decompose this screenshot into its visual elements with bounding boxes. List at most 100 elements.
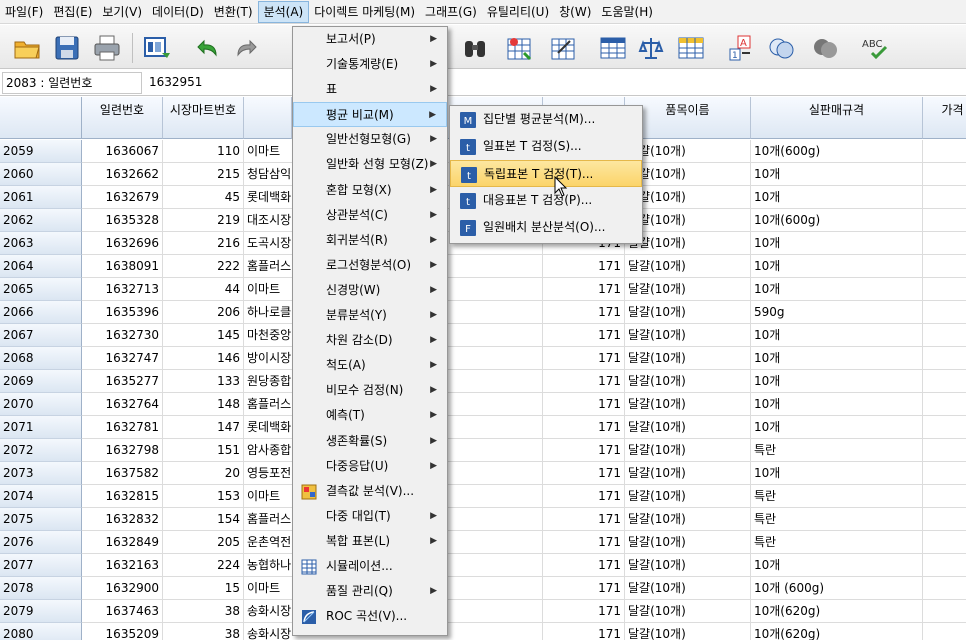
cell-spec[interactable]: 특란 [751,531,923,554]
cell-item-name[interactable]: 달걀(10개) [625,301,751,324]
cell-mart-number[interactable]: 147 [163,416,244,439]
cell-item-code[interactable]: 171 [543,485,625,508]
cell-price[interactable] [923,209,966,232]
row-header[interactable]: 2074 [0,485,82,508]
col-spec-header[interactable]: 실판매규격 [751,97,923,139]
cell-item-code[interactable]: 171 [543,508,625,531]
row-header[interactable]: 2072 [0,439,82,462]
cell-mart-number[interactable]: 145 [163,324,244,347]
cell-item-code[interactable]: 171 [543,577,625,600]
cell-price[interactable] [923,462,966,485]
cell-price[interactable] [923,554,966,577]
cell-serial[interactable]: 1632815 [82,485,163,508]
menu-item-quality-control[interactable]: 품질 관리(Q) ▶ [293,579,447,604]
cell-item-name[interactable]: 달걀(10개) [625,347,751,370]
grid-corner[interactable] [0,97,82,139]
cell-item-name[interactable]: 달걀(10개) [625,209,751,232]
cell-item-name[interactable]: 달걀(10개) [625,485,751,508]
cell-spec[interactable]: 10개 [751,393,923,416]
menu-data[interactable]: 데이터(D) [147,1,209,23]
cell-mart-number[interactable]: 38 [163,600,244,623]
cell-price[interactable] [923,416,966,439]
cell-mart-number[interactable]: 20 [163,462,244,485]
cell-item-name[interactable]: 달걀(10개) [625,163,751,186]
print-icon[interactable] [92,33,122,63]
menu-item-classify[interactable]: 분류분석(Y) ▶ [293,303,447,328]
cell-serial[interactable]: 1632798 [82,439,163,462]
cell-item-code[interactable]: 171 [543,600,625,623]
cell-spec[interactable]: 10개(600g) [751,140,923,163]
menu-item-reports[interactable]: 보고서(P) ▶ [293,27,447,52]
open-folder-icon[interactable] [12,33,42,63]
cell-serial[interactable]: 1632781 [82,416,163,439]
row-header[interactable]: 2070 [0,393,82,416]
find-binoculars-icon[interactable] [460,33,490,63]
show-all-variables-icon[interactable] [810,33,840,63]
cell-serial[interactable]: 1632713 [82,278,163,301]
cell-price[interactable] [923,600,966,623]
cell-mart-number[interactable]: 206 [163,301,244,324]
row-header[interactable]: 2068 [0,347,82,370]
row-header[interactable]: 2071 [0,416,82,439]
cell-serial[interactable]: 1632662 [82,163,163,186]
cell-serial[interactable]: 1635328 [82,209,163,232]
cell-price[interactable] [923,370,966,393]
cell-serial[interactable]: 1637463 [82,600,163,623]
cell-mart-number[interactable]: 153 [163,485,244,508]
row-header[interactable]: 2076 [0,531,82,554]
row-header[interactable]: 2065 [0,278,82,301]
row-header[interactable]: 2080 [0,623,82,640]
cell-price[interactable] [923,439,966,462]
cell-mart-number[interactable]: 216 [163,232,244,255]
cell-item-code[interactable]: 171 [543,416,625,439]
cell-price[interactable] [923,393,966,416]
cell-mart-number[interactable]: 222 [163,255,244,278]
cell-price[interactable] [923,255,966,278]
cell-item-code[interactable]: 171 [543,531,625,554]
menu-item-multiple-response[interactable]: 다중응답(U) ▶ [293,454,447,479]
cell-reference-field[interactable]: 2083 : 일련번호 [2,72,142,94]
menu-item-tables[interactable]: 표 ▶ [293,77,447,102]
menu-item-correlate[interactable]: 상관분석(C) ▶ [293,203,447,228]
cell-item-name[interactable]: 달걀(10개) [625,232,751,255]
cell-mart-number[interactable]: 151 [163,439,244,462]
cell-spec[interactable]: 10개 [751,324,923,347]
cell-mart-number[interactable]: 154 [163,508,244,531]
menu-item-scale[interactable]: 척도(A) ▶ [293,353,447,378]
row-header[interactable]: 2078 [0,577,82,600]
menu-direct-marketing[interactable]: 다이렉트 마케팅(M) [309,1,420,23]
menu-analyze[interactable]: 분석(A) [257,0,310,23]
cell-price[interactable] [923,140,966,163]
col-serial-header[interactable]: 일련번호 [82,97,163,139]
cell-item-code[interactable]: 171 [543,347,625,370]
row-header[interactable]: 2069 [0,370,82,393]
cell-mart-number[interactable]: 148 [163,393,244,416]
menu-item-loglinear[interactable]: 로그선형분석(O) ▶ [293,253,447,278]
menu-item-regression[interactable]: 회귀분석(R) ▶ [293,228,447,253]
row-header[interactable]: 2066 [0,301,82,324]
row-header[interactable]: 2073 [0,462,82,485]
menu-item-forecasting[interactable]: 예측(T) ▶ [293,403,447,428]
cell-spec[interactable]: 10개(620g) [751,623,923,640]
cell-spec[interactable]: 10개 [751,554,923,577]
cell-item-code[interactable]: 171 [543,439,625,462]
submenu-item-means[interactable]: M 집단별 평균분석(M)... [450,106,642,133]
cell-spec[interactable]: 10개 (600g) [751,577,923,600]
menu-item-dimension-reduction[interactable]: 차원 감소(D) ▶ [293,328,447,353]
insert-cases-icon[interactable] [504,33,534,63]
cell-spec[interactable]: 10개(600g) [751,209,923,232]
menu-item-generalized-linear-models[interactable]: 일반화 선형 모형(Z) ▶ [293,152,447,177]
cell-serial[interactable]: 1637582 [82,462,163,485]
cell-spec[interactable]: 10개 [751,186,923,209]
submenu-item-paired-samples-t-test[interactable]: t 대응표본 T 검정(P)... [450,187,642,214]
cell-item-name[interactable]: 달걀(10개) [625,508,751,531]
col-item-header[interactable]: 품목이름 [625,97,751,139]
cell-item-name[interactable]: 달걀(10개) [625,255,751,278]
row-header[interactable]: 2077 [0,554,82,577]
cell-spec[interactable]: 10개 [751,347,923,370]
cell-item-code[interactable]: 171 [543,554,625,577]
cell-price[interactable] [923,163,966,186]
split-file-icon[interactable] [598,33,628,63]
cell-spec[interactable]: 10개 [751,416,923,439]
cell-item-name[interactable]: 달걀(10개) [625,370,751,393]
